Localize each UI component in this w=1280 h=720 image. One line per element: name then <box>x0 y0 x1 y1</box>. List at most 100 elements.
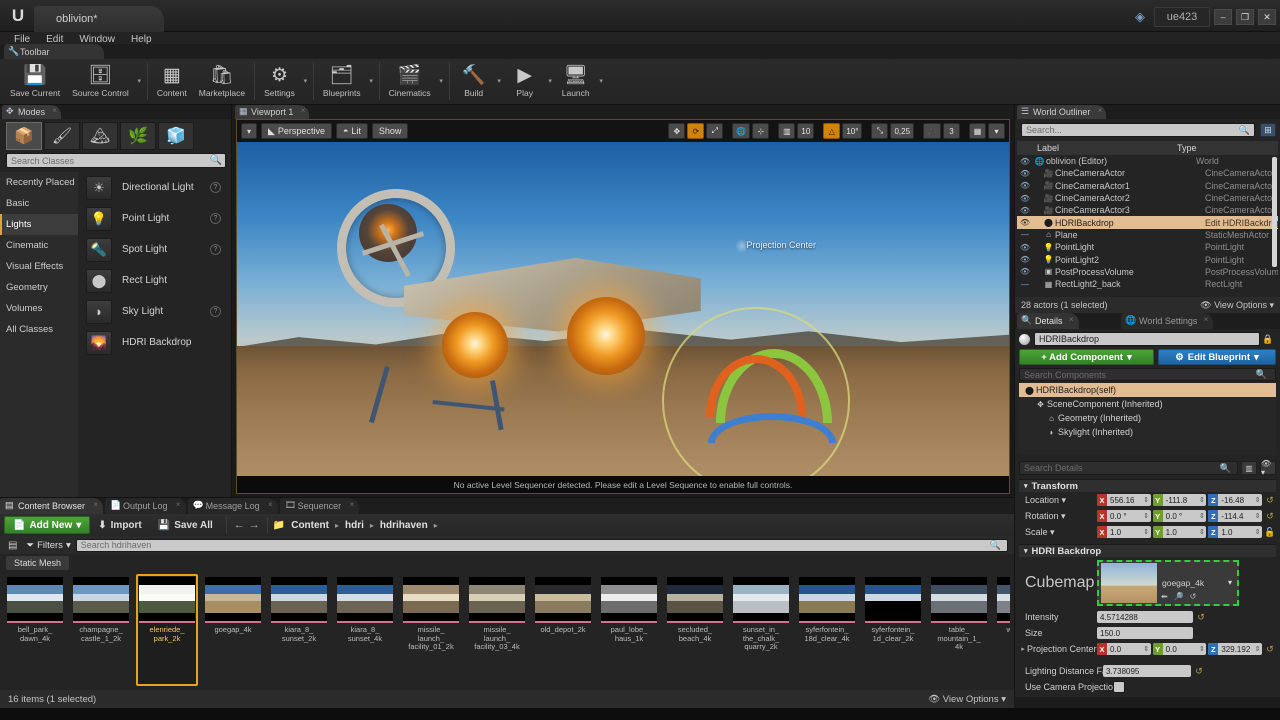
scale-x-input[interactable]: X 1.0 ⇕ <box>1097 526 1151 538</box>
placeable-rect-light[interactable]: ⬤ Rect Light <box>78 265 231 296</box>
spinner-icon[interactable]: ⇕ <box>1197 496 1206 504</box>
outliner-row[interactable]: — ▦ RectLight2_back RectLight <box>1017 278 1278 290</box>
tab-sequencer[interactable]: 🎞 Sequencer × <box>279 498 360 514</box>
close-button[interactable]: ✕ <box>1258 9 1276 25</box>
toolbar-marketplace-button[interactable]: 🛍 Marketplace <box>193 59 251 103</box>
rotation-z-input[interactable]: Z -114.4 ⇕ <box>1208 510 1263 522</box>
asset-tile[interactable]: kiara_8_ sunset_2k <box>268 574 330 686</box>
asset-tile[interactable]: champagne_ castle_1_2k <box>70 574 132 686</box>
visibility-eye-icon[interactable]: 👁 <box>1017 194 1033 203</box>
toolbar-tab[interactable]: 🔧 Toolbar <box>4 44 104 59</box>
asset-tile[interactable]: old_depot_2k <box>532 574 594 686</box>
back-button[interactable]: ← <box>232 519 247 531</box>
camera-speed-icon[interactable]: 🎥 <box>923 123 941 139</box>
sources-toggle-icon[interactable]: ▤ <box>4 540 21 551</box>
breadcrumb-hdri[interactable]: hdri <box>345 520 364 531</box>
close-icon[interactable]: × <box>176 500 181 509</box>
browse-asset-icon[interactable]: 🔎 <box>1174 592 1184 601</box>
chevron-down-icon[interactable]: ▾ <box>495 59 504 103</box>
filters-button[interactable]: ⏷ Filters ▾ <box>21 540 75 551</box>
location-label[interactable]: Location ▾ <box>1019 495 1097 506</box>
angle-snap-toggle[interactable]: △ <box>823 123 841 139</box>
details-view-options-button[interactable]: 👁▾ <box>1260 459 1276 477</box>
rotation-y-input[interactable]: Y 0.0 ° ⇕ <box>1152 510 1207 522</box>
close-icon[interactable]: × <box>301 106 306 115</box>
surface-snap-button[interactable]: ⊹ <box>752 123 770 139</box>
revert-icon[interactable]: ↺ <box>1195 612 1207 623</box>
spinner-icon[interactable]: ⇕ <box>1142 645 1151 653</box>
category-recently-placed[interactable]: Recently Placed <box>0 172 78 193</box>
category-lights[interactable]: Lights <box>0 214 78 235</box>
placeable-sky-light[interactable]: ◗ Sky Light? <box>78 296 231 327</box>
asset-tile[interactable]: syferfontein_ 1d_clear_2k <box>862 574 924 686</box>
viewport-options-button[interactable]: ▾ <box>241 123 257 139</box>
component-search-input[interactable]: Search Components 🔍 <box>1019 368 1276 381</box>
chevron-down-icon[interactable]: ▾ <box>301 59 310 103</box>
outliner-row[interactable]: 👁 🎥 CineCameraActor3 CineCameraActor <box>1017 204 1278 216</box>
viewport-body[interactable]: Projection Center No active Level Sequen… <box>236 119 1010 494</box>
minimize-button[interactable]: – <box>1214 9 1232 25</box>
close-icon[interactable]: × <box>1204 315 1209 324</box>
toolbar-settings-button[interactable]: ⚙ Settings <box>258 59 301 103</box>
asset-tile[interactable]: white_cliff_top_4k <box>994 574 1010 686</box>
cubemap-picker[interactable]: goegap_4k ▾ ⬅ 🔎 ↺ <box>1097 560 1239 606</box>
angle-snap-value[interactable]: 10° <box>842 123 863 139</box>
translate-mode-button[interactable]: ✥ <box>668 123 686 139</box>
tab-world-settings[interactable]: 🌐 World Settings × <box>1121 313 1214 329</box>
import-button[interactable]: ⬇ Import <box>90 516 150 534</box>
scale-z-input[interactable]: Z 1.0 ⇕ <box>1208 526 1263 538</box>
spinner-icon[interactable]: ⇕ <box>1197 512 1206 520</box>
close-icon[interactable]: × <box>1098 106 1103 115</box>
viewport-tab[interactable]: ▦ Viewport 1 × <box>235 105 310 119</box>
visibility-eye-icon[interactable]: 👁 <box>1017 206 1033 215</box>
layout-caret-icon[interactable]: ▾ <box>988 123 1005 139</box>
transform-section-header[interactable]: ▾ Transform <box>1019 479 1276 492</box>
details-filter-button[interactable]: ▥ <box>1241 461 1257 475</box>
asset-tile[interactable]: secluded_ beach_4k <box>664 574 726 686</box>
revert-icon[interactable]: ↺ <box>1193 666 1205 677</box>
outliner-row[interactable]: 👁 🎥 CineCameraActor2 CineCameraActor <box>1017 192 1278 204</box>
chevron-down-icon[interactable]: ▾ <box>437 59 446 103</box>
outliner-row[interactable]: 👁 🌐 oblivion (Editor) World <box>1017 155 1278 167</box>
spinner-icon[interactable]: ⇕ <box>1253 528 1262 536</box>
spinner-icon[interactable]: ⇕ <box>1142 512 1151 520</box>
tab-details[interactable]: 🔍 Details × <box>1017 313 1079 329</box>
actor-name-field[interactable]: HDRIBackdrop <box>1034 332 1260 346</box>
spinner-icon[interactable]: ⇕ <box>1197 528 1206 536</box>
spinner-icon[interactable]: ⇕ <box>1142 496 1151 504</box>
chevron-down-icon[interactable]: ▾ <box>367 59 376 103</box>
close-icon[interactable]: × <box>52 106 57 115</box>
layout-button[interactable]: ▦ <box>969 123 986 139</box>
scale-y-input[interactable]: Y 1.0 ⇕ <box>1152 526 1207 538</box>
geometry-edit-mode-icon[interactable]: 🧊 <box>158 122 194 150</box>
forward-button[interactable]: → <box>247 519 262 531</box>
toolbar-source-control-button[interactable]: 🗄 Source Control <box>66 59 135 103</box>
revert-icon[interactable]: ↺ <box>1264 511 1276 522</box>
grid-snap-toggle[interactable]: ▥ <box>778 123 796 139</box>
category-geometry[interactable]: Geometry <box>0 277 78 298</box>
use-selected-asset-icon[interactable]: ⬅ <box>1161 592 1168 601</box>
column-type[interactable]: Type <box>1177 143 1278 153</box>
asset-tile[interactable]: syferfontein_ 18d_clear_4k <box>796 574 858 686</box>
use-camera-projection-checkbox[interactable] <box>1113 681 1125 693</box>
component-row[interactable]: ⬤ HDRIBackdrop(self) <box>1019 383 1276 397</box>
info-icon[interactable]: ? <box>210 244 221 255</box>
info-icon[interactable]: ? <box>210 213 221 224</box>
rotate-mode-button[interactable]: ⟳ <box>687 123 705 139</box>
paint-mode-icon[interactable]: 🖌 <box>44 122 80 150</box>
asset-tile[interactable]: elenriede_ park_2k <box>136 574 198 686</box>
outliner-row[interactable]: 👁 ▣ PostProcessVolume PostProcessVolum <box>1017 266 1278 278</box>
placeable-spot-light[interactable]: 🔦 Spot Light? <box>78 234 231 265</box>
outliner-row[interactable]: — ⌂ Plane StaticMeshActor <box>1017 229 1278 241</box>
modes-tab[interactable]: ✥ Modes × <box>2 105 62 119</box>
reset-asset-icon[interactable]: ↺ <box>1190 592 1197 601</box>
projection-y-input[interactable]: Y 0.0 ⇕ <box>1152 643 1207 655</box>
edit-blueprint-button[interactable]: ⚙ Edit Blueprint ▾ <box>1158 349 1276 365</box>
category-all-classes[interactable]: All Classes <box>0 319 78 340</box>
chevron-down-icon[interactable]: ▾ <box>1228 578 1232 587</box>
world-space-button[interactable]: 🌐 <box>732 123 751 139</box>
outliner-row[interactable]: 👁 🎥 CineCameraActor1 CineCameraActor <box>1017 180 1278 192</box>
chevron-down-icon[interactable]: ▾ <box>546 59 555 103</box>
outliner-scrollbar[interactable] <box>1272 157 1277 267</box>
close-icon[interactable]: × <box>1069 315 1074 324</box>
